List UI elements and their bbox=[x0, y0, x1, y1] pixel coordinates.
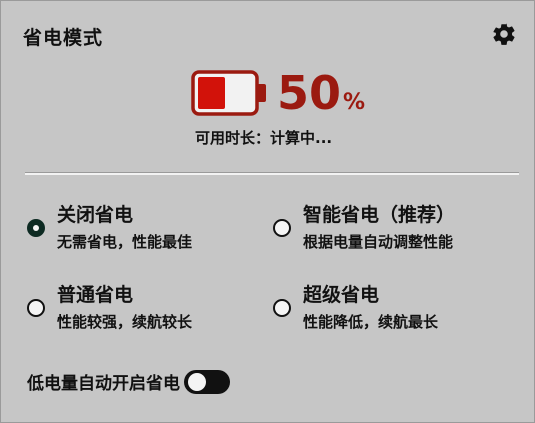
mode-radio-off[interactable] bbox=[27, 219, 45, 237]
toggle-knob[interactable] bbox=[188, 372, 206, 391]
mode-radio-smart[interactable] bbox=[273, 219, 291, 237]
mode-description: 性能较强，续航较长 bbox=[57, 313, 193, 331]
battery-level-fill bbox=[198, 77, 225, 109]
mode-option-smart[interactable]: 智能省电（推荐） 根据电量自动调整性能 bbox=[273, 203, 455, 253]
auto-enable-row: 低电量自动开启省电 bbox=[27, 369, 230, 394]
battery-percent-unit: % bbox=[343, 90, 366, 115]
battery-icon bbox=[191, 70, 266, 116]
mode-description: 根据电量自动调整性能 bbox=[303, 233, 454, 251]
mode-title: 智能省电（推荐） bbox=[303, 204, 456, 226]
gear-icon[interactable] bbox=[491, 21, 517, 47]
mode-option-super[interactable]: 超级省电 性能降低，续航最长 bbox=[273, 283, 438, 333]
mode-description: 性能降低，续航最长 bbox=[303, 313, 439, 331]
panel-title: 省电模式 bbox=[23, 27, 104, 49]
remaining-time: 可用时长：计算中... bbox=[195, 129, 333, 147]
mode-title: 普通省电 bbox=[57, 284, 134, 306]
auto-enable-label: 低电量自动开启省电 bbox=[27, 374, 180, 394]
divider bbox=[25, 172, 519, 175]
mode-option-normal[interactable]: 普通省电 性能较强，续航较长 bbox=[27, 283, 192, 333]
mode-title: 关闭省电 bbox=[57, 204, 134, 226]
mode-title: 超级省电 bbox=[303, 284, 380, 306]
mode-radio-super[interactable] bbox=[273, 299, 291, 317]
mode-description: 无需省电，性能最佳 bbox=[57, 233, 193, 251]
battery-status: 50% bbox=[191, 67, 365, 119]
mode-radio-normal[interactable] bbox=[27, 299, 45, 317]
power-saving-panel: 省电模式 50% 可用时长：计算中... 关闭省电 无需省电，性能最佳 智能省电… bbox=[0, 0, 535, 423]
auto-enable-toggle[interactable] bbox=[184, 369, 230, 394]
mode-option-off[interactable]: 关闭省电 无需省电，性能最佳 bbox=[27, 203, 192, 253]
battery-percent-value: 50 bbox=[277, 66, 342, 120]
battery-percent: 50% bbox=[277, 70, 365, 116]
